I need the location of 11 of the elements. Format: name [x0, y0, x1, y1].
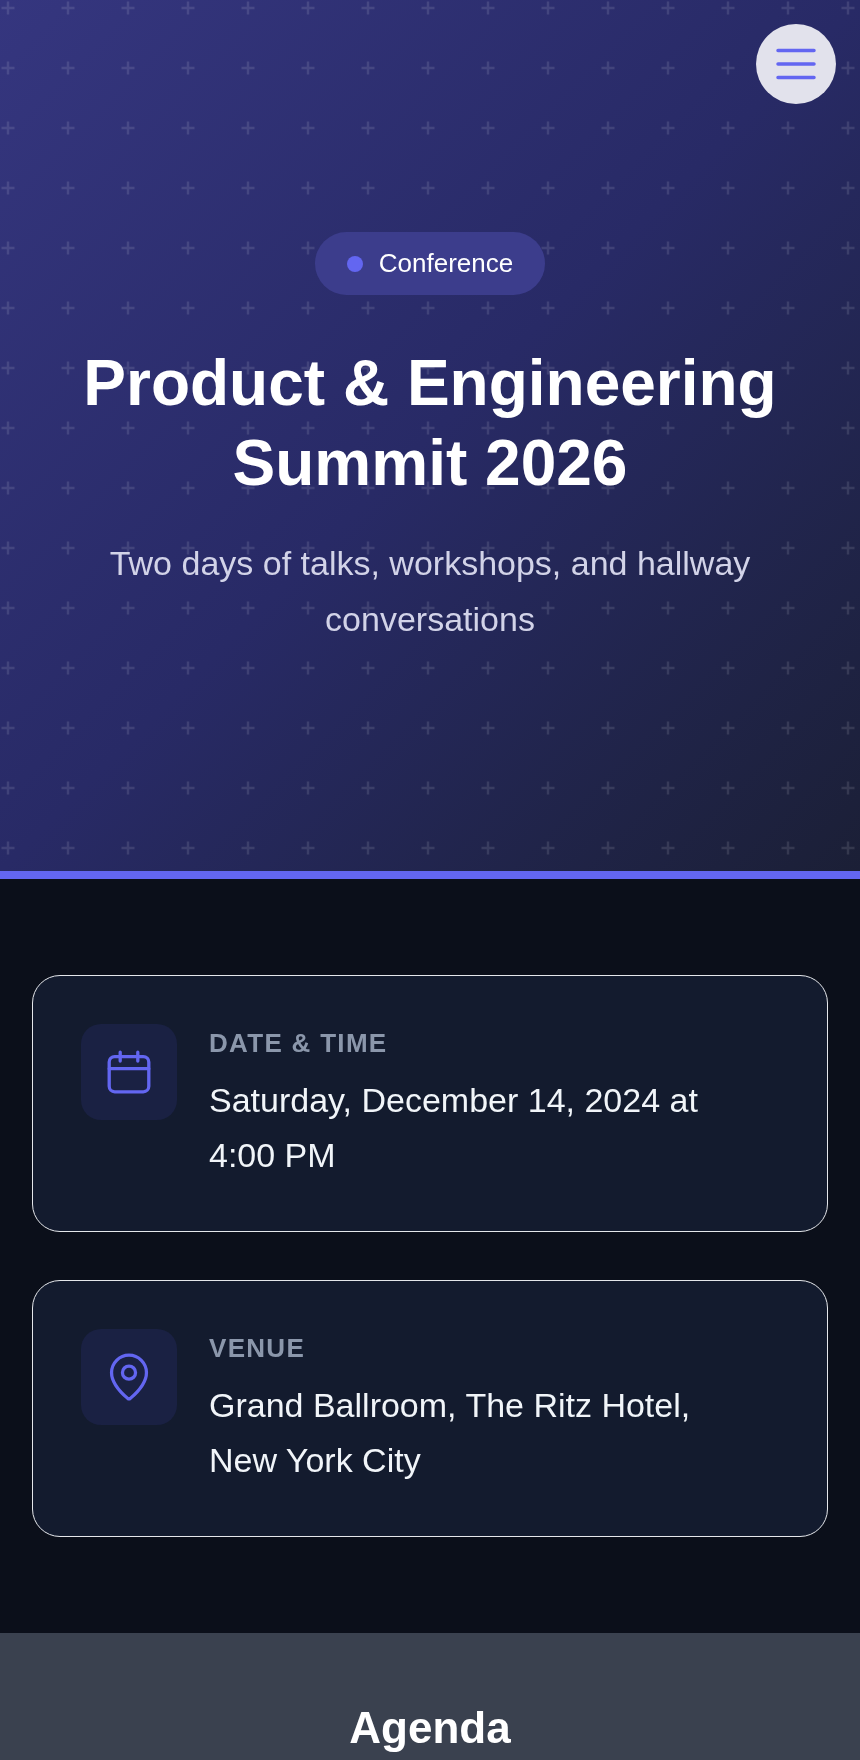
- menu-icon: [776, 48, 816, 80]
- map-pin-icon: [81, 1329, 177, 1425]
- detail-label: VENUE: [209, 1332, 307, 1365]
- badge-label: Conference: [378, 247, 514, 280]
- event-title: Product & Engineering Summit 2026: [82, 346, 778, 501]
- detail-label: DATE & TIME: [209, 1027, 389, 1060]
- event-subtitle: Two days of talks, workshops, and hallway conversations: [108, 543, 752, 640]
- section-heading: Agenda: [348, 1703, 512, 1753]
- detail-value: Saturday, December 14, 2024 at 4:00 PM: [209, 1080, 699, 1176]
- detail-value: Grand Ballroom, The Ritz Hotel, New York City: [209, 1385, 692, 1481]
- calendar-icon: [81, 1024, 177, 1120]
